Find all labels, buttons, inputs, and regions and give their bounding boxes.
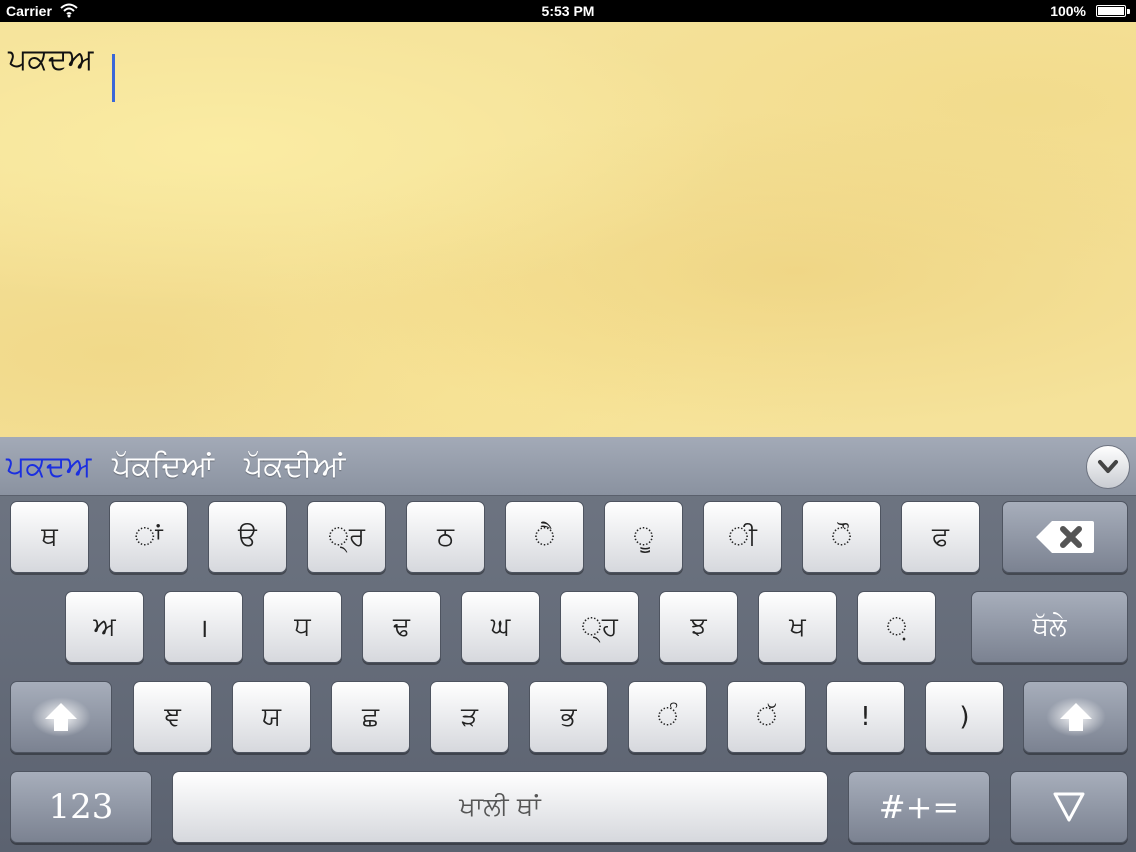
- key-tippi[interactable]: ੰ: [628, 681, 707, 753]
- key-chha[interactable]: ਛ: [331, 681, 410, 753]
- delete-icon: [1036, 521, 1094, 553]
- battery-tip: [1127, 9, 1130, 14]
- key-dha[interactable]: ਧ: [263, 591, 342, 663]
- key-label: ੈ: [534, 521, 555, 552]
- key-pairi-rara[interactable]: ੍ਰ: [307, 501, 386, 573]
- numbers-label: 123: [48, 787, 114, 827]
- key-close-paren[interactable]: ): [925, 681, 1004, 753]
- key-rra[interactable]: ੜ: [430, 681, 509, 753]
- key-label: ੀ: [728, 521, 757, 552]
- delete-button[interactable]: [1002, 501, 1128, 573]
- key-label: ੳ: [238, 521, 257, 552]
- shift-icon: [45, 703, 77, 731]
- key-gha[interactable]: ਘ: [461, 591, 540, 663]
- key-label: ਅ: [93, 611, 116, 642]
- collapse-suggestions-button[interactable]: [1086, 445, 1130, 489]
- key-label: ): [959, 702, 970, 732]
- shift-icon: [1059, 703, 1092, 731]
- key-label: ੌ: [831, 521, 852, 552]
- key-oora[interactable]: ੳ: [208, 501, 287, 573]
- shift-left-button[interactable]: [10, 681, 112, 753]
- key-label: ਼: [886, 611, 907, 642]
- battery-icon: [1096, 5, 1126, 17]
- numbers-button[interactable]: 123: [10, 771, 152, 843]
- shift-right-button[interactable]: [1023, 681, 1128, 753]
- text-cursor: [112, 54, 115, 102]
- key-dulainkar[interactable]: ੂ: [604, 501, 683, 573]
- key-label: ਾਂ: [134, 521, 163, 552]
- key-label: ਝ: [690, 611, 707, 642]
- key-label: ੱ: [756, 701, 777, 732]
- keyboard: ਪਕਦਅ ਪੱਕਦਿਆਂ ਪੱਕਦੀਆਂ ਥ ਾਂ ੳ ੍ਰ ਠ ੈ ੂ ੀ ੌ…: [0, 437, 1136, 852]
- key-label: ਢ: [393, 611, 410, 642]
- key-label: ਥ: [41, 521, 58, 552]
- key-label: !: [860, 702, 871, 732]
- key-dulavan[interactable]: ੈ: [505, 501, 584, 573]
- key-label: ਛ: [361, 701, 380, 732]
- return-label: ਥੱਲੇ: [1032, 611, 1067, 642]
- key-label: ੍ਹ: [581, 611, 618, 642]
- space-label: ਖਾਲੀ ਥਾਂ: [459, 791, 541, 822]
- key-jha[interactable]: ਝ: [659, 591, 738, 663]
- key-label: ਠ: [436, 521, 455, 552]
- key-aira[interactable]: ਅ: [65, 591, 144, 663]
- key-tha[interactable]: ਥ: [10, 501, 89, 573]
- key-pha[interactable]: ਫ: [901, 501, 980, 573]
- key-label: ਭ: [560, 701, 577, 732]
- key-label: ੍ਰ: [328, 521, 365, 552]
- clock: 5:53 PM: [541, 3, 595, 19]
- space-button[interactable]: ਖਾਲੀ ਥਾਂ: [172, 771, 828, 843]
- chevron-down-icon: [1098, 460, 1118, 473]
- key-tha-retroflex[interactable]: ਠ: [406, 501, 485, 573]
- suggestion-item[interactable]: ਪੱਕਦੀਆਂ: [244, 449, 345, 484]
- suggestion-current[interactable]: ਪਕਦਅ: [6, 449, 91, 484]
- hide-keyboard-icon: [1053, 792, 1085, 822]
- typed-text: ਪਕਦਅ: [8, 42, 94, 77]
- return-button[interactable]: ਥੱਲੇ: [971, 591, 1128, 663]
- key-kanaura[interactable]: ੌ: [802, 501, 881, 573]
- key-label: ੰ: [657, 701, 678, 732]
- key-bihari[interactable]: ੀ: [703, 501, 782, 573]
- key-label: ੂ: [633, 521, 654, 552]
- key-label: ਞ: [164, 701, 181, 732]
- key-kanna-bindi[interactable]: ਾਂ: [109, 501, 188, 573]
- key-label: ਧ: [294, 611, 311, 642]
- key-label: ਖ: [789, 611, 806, 642]
- key-exclamation[interactable]: !: [826, 681, 905, 753]
- suggestion-bar: ਪਕਦਅ ਪੱਕਦਿਆਂ ਪੱਕਦੀਆਂ: [0, 437, 1136, 496]
- suggestion-item[interactable]: ਪੱਕਦਿਆਂ: [112, 449, 214, 484]
- key-label: ਫ: [932, 521, 949, 552]
- key-pairi-haha[interactable]: ੍ਹ: [560, 591, 639, 663]
- key-label: ੜ: [461, 701, 478, 732]
- text-editor[interactable]: ਪਕਦਅ: [0, 22, 1136, 438]
- key-nukta[interactable]: ਼: [857, 591, 936, 663]
- key-nya[interactable]: ਞ: [133, 681, 212, 753]
- hide-keyboard-button[interactable]: [1010, 771, 1128, 843]
- key-dha-retroflex[interactable]: ਢ: [362, 591, 441, 663]
- key-label: ਘ: [490, 611, 511, 642]
- status-bar: Carrier 5:53 PM 100%: [0, 0, 1136, 22]
- key-ya[interactable]: ਯ: [232, 681, 311, 753]
- symbols-label: #+=: [878, 788, 960, 826]
- key-label: ਯ: [261, 701, 282, 732]
- key-label: ।: [198, 614, 209, 644]
- key-bha[interactable]: ਭ: [529, 681, 608, 753]
- key-danda[interactable]: ।: [164, 591, 243, 663]
- key-kha[interactable]: ਖ: [758, 591, 837, 663]
- battery-percentage: 100%: [1050, 3, 1086, 19]
- symbols-button[interactable]: #+=: [848, 771, 990, 843]
- key-addak[interactable]: ੱ: [727, 681, 806, 753]
